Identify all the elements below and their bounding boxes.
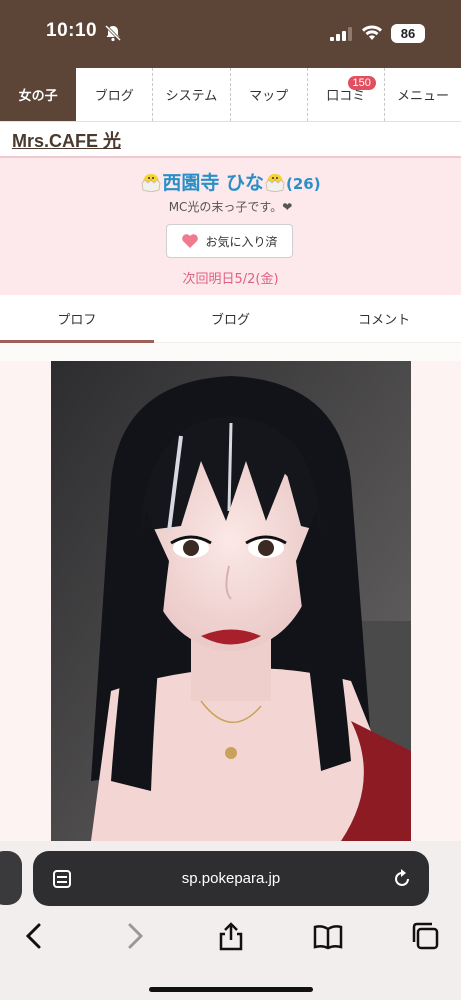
forward-icon[interactable] xyxy=(119,921,149,951)
chick-emoji-icon xyxy=(141,174,161,192)
battery-indicator: 86 xyxy=(391,24,425,43)
heart-icon xyxy=(182,234,199,248)
nav-item-girls[interactable]: 女の子 xyxy=(0,68,77,121)
profile-age: (26) xyxy=(286,175,321,193)
share-icon[interactable] xyxy=(216,921,246,951)
status-time: 10:10 xyxy=(46,20,98,41)
wifi-icon xyxy=(362,25,382,40)
portrait-illustration xyxy=(51,361,411,841)
chick-emoji-icon xyxy=(265,174,285,192)
status-bar: 10:10 86 xyxy=(0,0,461,68)
shop-bar: Mrs.CAFE 光 xyxy=(0,122,461,158)
shop-title[interactable]: Mrs.CAFE 光 xyxy=(12,127,121,153)
profile-tabs: プロフ ブログ コメント xyxy=(0,295,461,343)
next-schedule: 次回明日5/2(金) xyxy=(182,272,279,287)
profile-header: 西園寺 ひな (26) MC光の末っ子です。❤︎ お気に入り済 次回明日5/2(… xyxy=(0,158,461,295)
home-indicator xyxy=(149,987,313,992)
nav-item-blog[interactable]: ブログ xyxy=(76,68,152,121)
address-bar[interactable]: sp.pokepara.jp xyxy=(33,851,429,906)
bookmarks-icon[interactable] xyxy=(313,921,343,951)
reload-icon[interactable] xyxy=(391,868,413,890)
nav-item-reviews[interactable]: 口コミ 150 xyxy=(306,68,384,121)
nav-item-map[interactable]: マップ xyxy=(229,68,307,121)
review-count-badge: 150 xyxy=(347,76,376,90)
browser-bottom-bar: sp.pokepara.jp xyxy=(0,841,461,1000)
favorite-button[interactable]: お気に入り済 xyxy=(166,224,293,258)
back-icon[interactable] xyxy=(20,921,50,951)
tabs-icon[interactable] xyxy=(410,921,440,951)
spacer xyxy=(0,343,461,361)
nav-item-menu[interactable]: メニュー xyxy=(383,68,461,121)
tab-blog[interactable]: ブログ xyxy=(153,295,308,343)
nav-item-system[interactable]: システム xyxy=(152,68,229,121)
profile-photo[interactable] xyxy=(51,361,411,841)
url-text: sp.pokepara.jp xyxy=(181,870,281,887)
tab-profile[interactable]: プロフ xyxy=(0,295,154,343)
profile-catchphrase: MC光の末っ子です。❤︎ xyxy=(168,200,293,214)
top-nav: 女の子 ブログ システム マップ 口コミ 150 メニュー xyxy=(0,68,461,122)
bell-off-icon xyxy=(104,24,122,42)
profile-name: 西園寺 ひな xyxy=(162,172,265,194)
favorite-label: お気に入り済 xyxy=(205,234,278,249)
tab-comment[interactable]: コメント xyxy=(307,295,461,343)
previous-tab-preview[interactable] xyxy=(0,851,22,905)
profile-name-line: 西園寺 ひな (26) xyxy=(0,168,461,195)
cellular-signal-icon xyxy=(330,27,352,41)
